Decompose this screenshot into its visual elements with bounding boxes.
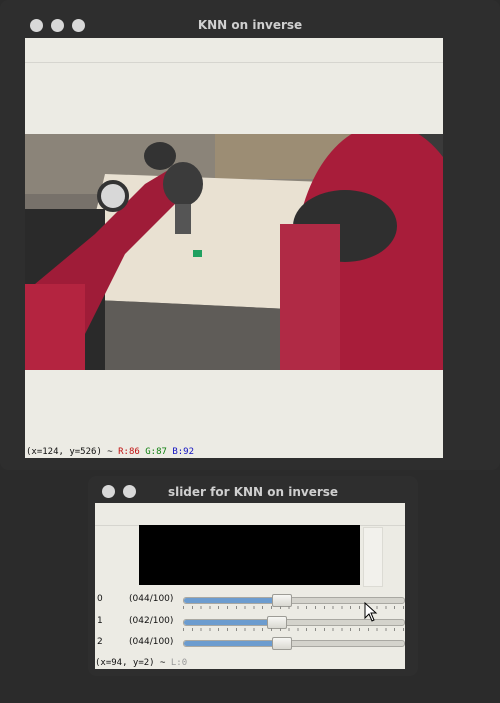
main-window: KNN on inverse (x=124, y=526) ~ R:86 G:8… [0,0,500,470]
trackbar-ticks [183,628,405,631]
trackbar-value: (042/100) [129,616,174,626]
trackbar-handle[interactable] [271,637,292,650]
trackbar-index: 0 [97,594,103,604]
preview-image[interactable] [139,525,360,585]
image-canvas[interactable]: (x=124, y=526) ~ R:86 G:87 B:92 [25,38,443,458]
pixel-status-bar: (x=124, y=526) ~ R:86 G:87 B:92 [25,446,194,458]
mouse-pointer-icon [364,602,378,622]
trackbar-index: 1 [97,616,103,626]
trackbar-fill [184,620,277,625]
trackbar-fill [184,641,281,646]
trackbar-0: 0 (044/100) [95,591,405,611]
slider-panel: 0 (044/100) 1 (042/100) 2 (044/100) (x=9… [95,503,405,669]
camera-image[interactable] [25,134,443,370]
trackbar-track[interactable] [183,637,405,650]
trackbar-value: (044/100) [129,637,174,647]
main-titlebar: KNN on inverse [0,0,500,32]
blue-value: B:92 [172,447,195,457]
cursor-coordinates: (x=94, y=2) ~ [95,658,171,668]
luminance-value: L:0 [170,658,188,668]
slider-window: slider for KNN on inverse 0 (044/100) 1 … [88,476,418,676]
slider-window-title: slider for KNN on inverse [167,485,339,499]
trackbar-value: (044/100) [129,594,174,604]
robot-scene-image [25,134,443,370]
trackbar-2: 2 (044/100) [95,634,405,654]
toolbar-divider [25,62,443,63]
green-value: G:87 [145,447,167,457]
cursor-coordinates: (x=124, y=526) ~ [26,447,119,457]
slider-status-bar: (x=94, y=2) ~ L:0 [95,657,187,669]
preview-scrollbar[interactable] [363,527,383,587]
window-title: KNN on inverse [197,18,303,32]
trackbar-1: 1 (042/100) [95,613,405,633]
slider-titlebar: slider for KNN on inverse [88,476,418,502]
trackbar-fill [184,598,281,603]
trackbar-index: 2 [97,637,103,647]
red-value: R:86 [118,447,140,457]
